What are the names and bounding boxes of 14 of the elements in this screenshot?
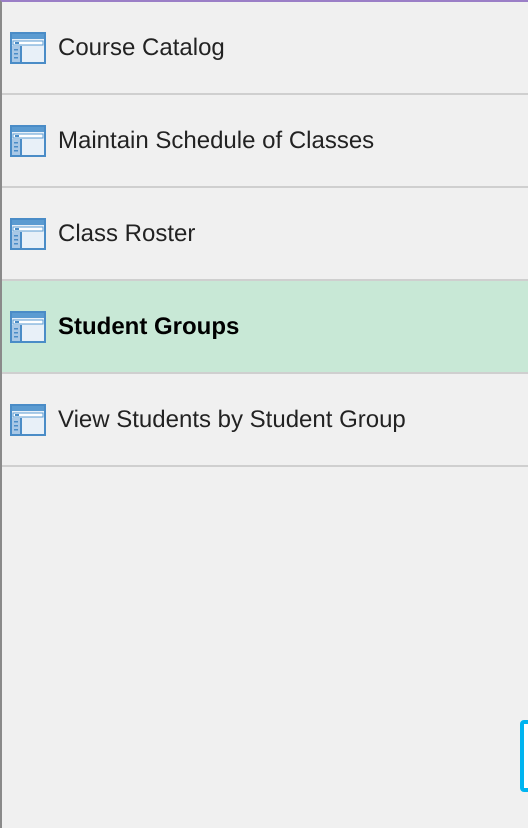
menu-item[interactable]: View Students by Student Group [2,374,528,467]
menu-item-label: Course Catalog [58,32,225,62]
menu-item-label: Maintain Schedule of Classes [58,126,374,156]
menu-item-label: Student Groups [58,312,240,342]
window-icon [10,32,46,64]
menu-item-label: Class Roster [58,218,196,248]
window-icon [10,124,46,156]
menu-item-label: View Students by Student Group [58,404,406,434]
menu-item[interactable]: Student Groups [2,281,528,374]
window-icon [10,404,46,436]
menu-item[interactable]: Maintain Schedule of Classes [2,95,528,188]
window-icon [10,310,46,342]
window-icon [10,218,46,250]
menu-item[interactable]: Course Catalog [2,2,528,95]
